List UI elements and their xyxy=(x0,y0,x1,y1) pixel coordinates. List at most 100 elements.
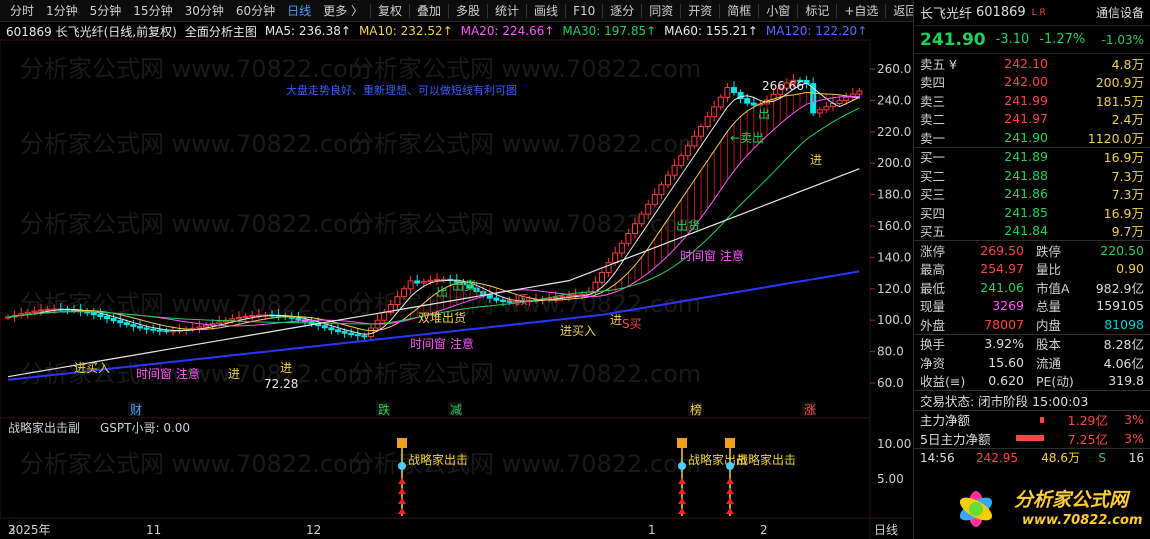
bid-label: 买三 xyxy=(920,187,946,203)
candle-body xyxy=(612,252,619,264)
candle-body xyxy=(117,320,124,324)
tool-button-2[interactable]: 多股 xyxy=(450,0,486,22)
tool-button-7[interactable]: 同资 xyxy=(643,0,679,22)
candle-body xyxy=(711,106,718,118)
date-tick-label: 2 xyxy=(760,523,768,537)
bid-label: 买一 xyxy=(920,150,946,166)
tool-button-9[interactable]: 简框 xyxy=(721,0,757,22)
bid-row-3: 买四 241.85 16.9万 xyxy=(914,203,1150,222)
stat-v: 78007 xyxy=(984,316,1024,332)
sub-tick-label: 5.00 xyxy=(877,472,904,486)
stat2-k: 换手 xyxy=(920,337,946,353)
watermark-text: 分析家公式网 www.70822.com xyxy=(350,130,701,158)
event-marker: 榜 xyxy=(690,402,702,417)
candle-body xyxy=(717,96,724,108)
period-tab-7[interactable]: 更多 〉 xyxy=(317,0,369,22)
toolbar-separator xyxy=(409,3,410,18)
sub-indicator-value: GSPT小哥: 0.00 xyxy=(100,421,190,435)
stat-row-0: 涨停 269.50 跌停 220.50 xyxy=(914,241,1150,260)
tool-button-4[interactable]: 画线 xyxy=(528,0,564,22)
tool-button-10[interactable]: 小窗 xyxy=(760,0,796,22)
quote-panel: 长飞光纤 601869 L R 通信设备 241.90 -3.10 -1.27%… xyxy=(913,0,1150,539)
event-marker: 财 xyxy=(130,403,142,417)
price-tick-label: 160.0 xyxy=(877,219,911,233)
candle-body xyxy=(645,203,652,215)
tool-button-8[interactable]: 开资 xyxy=(682,0,718,22)
stat-row-1: 最高 254.97 量比 0.90 xyxy=(914,260,1150,279)
signal-dot xyxy=(398,462,406,470)
watermark-text: 分析家公式网 www.70822.com xyxy=(350,55,701,83)
tool-button-0[interactable]: 复权 xyxy=(372,0,408,22)
candle-body xyxy=(493,297,500,301)
ask-row-2: 卖三 241.99 181.5万 xyxy=(914,91,1150,110)
signal-arrow xyxy=(678,498,686,504)
period-tab-1[interactable]: 1分钟 xyxy=(40,0,84,22)
stat-v2: 81098 xyxy=(1104,316,1144,332)
candle-body xyxy=(348,332,355,336)
price-tick-label: 80.0 xyxy=(877,345,904,359)
bid-price: 241.85 xyxy=(1004,204,1048,220)
ask-price: 241.97 xyxy=(1004,111,1048,127)
chart-annotation: ←卖出 xyxy=(730,131,764,145)
chart-annotation: 时间窗 注意 xyxy=(410,336,474,351)
stat-k: 现量 xyxy=(920,299,946,315)
toolbar-separator xyxy=(797,3,799,18)
logo-text: 分析家公式网 xyxy=(1014,489,1129,511)
candle-body xyxy=(407,280,414,290)
candle-body xyxy=(816,109,823,114)
bid-label: 买二 xyxy=(920,168,946,184)
tool-button-3[interactable]: 统计 xyxy=(489,0,525,22)
toolbar-separator xyxy=(885,3,887,18)
candle-body xyxy=(434,278,440,281)
capital-flow: 主力净额 1.29亿 3% 5日主力净额 7.25亿 3% xyxy=(914,411,1150,448)
chart-annotation: S买 xyxy=(622,317,642,331)
candle-body xyxy=(500,299,506,302)
ask-volume: 181.5万 xyxy=(1095,93,1144,109)
chart-annotation: 出 xyxy=(436,285,448,299)
candle-body xyxy=(156,329,163,332)
price-tick-label: 140.0 xyxy=(877,250,911,264)
sector-button[interactable]: 通信设备 xyxy=(1096,4,1144,21)
flow-value: 1.29亿 xyxy=(1067,413,1108,429)
signal-arrow xyxy=(398,488,406,494)
stat-k2: 跌停 xyxy=(1036,243,1062,259)
period-tab-6[interactable]: 日线 xyxy=(281,0,317,22)
candle-body xyxy=(381,311,388,321)
stat2-row-2: 收益(≡) 0.620 PE(动) 319.8 xyxy=(914,372,1150,391)
period-tab-5[interactable]: 60分钟 xyxy=(230,0,281,22)
period-tab-2[interactable]: 5分钟 xyxy=(84,0,128,22)
candle-body xyxy=(731,87,737,94)
period-tab-0[interactable]: 分时 xyxy=(4,0,40,22)
candle-body xyxy=(678,155,685,166)
tool-button-1[interactable]: 叠加 xyxy=(411,0,447,22)
stat-v2: 159105 xyxy=(1096,298,1144,314)
candle-body xyxy=(651,194,658,205)
period-tab-4[interactable]: 30分钟 xyxy=(179,0,230,22)
stat-v: 254.97 xyxy=(980,261,1024,277)
stat2-row-0: 换手 3.92% 股本 8.28亿 xyxy=(914,335,1150,354)
trade-status: 交易状态: 闭市阶段 15:00:03 xyxy=(920,393,1089,409)
signal-arrow xyxy=(678,478,686,484)
tool-button-11[interactable]: 标记 xyxy=(799,0,835,22)
bid-price: 241.88 xyxy=(1004,167,1048,183)
bid-price: 241.84 xyxy=(1004,223,1048,239)
candle-body xyxy=(658,184,665,196)
stat-k2: 总量 xyxy=(1036,299,1062,315)
tool-button-12[interactable]: +自选 xyxy=(838,0,884,22)
ask-volume: 2.4万 xyxy=(1111,112,1144,128)
watermark-logo: 分析家公式网 www.70822.com xyxy=(942,475,1150,539)
stat-v2: 0.90 xyxy=(1116,261,1144,277)
period-tab-3[interactable]: 15分钟 xyxy=(127,0,178,22)
signal-head xyxy=(677,438,687,448)
candle-body xyxy=(24,311,31,315)
tool-button-5[interactable]: F10 xyxy=(567,0,601,22)
tool-button-6[interactable]: 逐分 xyxy=(604,0,640,22)
bid-volume: 16.9万 xyxy=(1103,150,1144,166)
stat-v: 3269 xyxy=(992,298,1024,314)
watermark-text: 分析家公式网 www.70822.com xyxy=(20,210,371,238)
watermark-text: 分析家公式网 www.70822.com xyxy=(20,55,371,83)
candle-body xyxy=(242,315,249,318)
chart-area[interactable]: 601869 长飞光纤(日线,前复权) 全面分析主图 MA5: 236.38↑ M… xyxy=(0,22,912,539)
candle-body xyxy=(625,233,632,244)
kline-chart[interactable]: 分析家公式网 www.70822.com分析家公式网 www.70822.com… xyxy=(0,22,912,539)
